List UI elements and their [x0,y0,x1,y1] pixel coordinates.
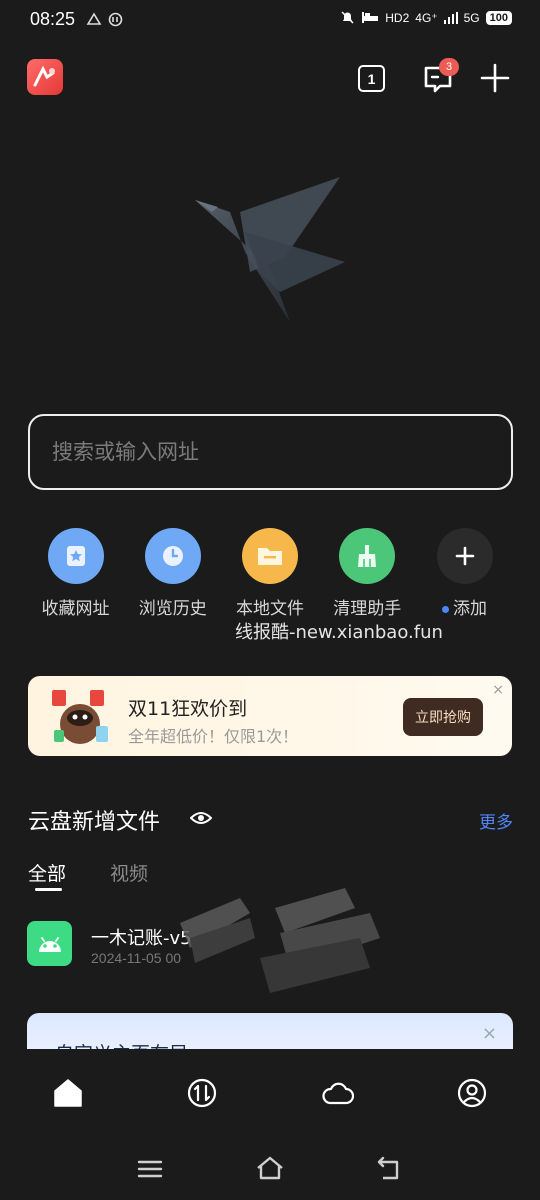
shortcut-label: 清理助手 [333,599,402,619]
cloud-more-link[interactable]: 更多 [479,808,513,833]
files-circle [242,528,298,584]
watermark-text: 线报酷-new.xianbao.fun [235,622,443,643]
tab-video[interactable]: 视频 [110,859,148,886]
custom-card-close-icon[interactable]: × [482,1023,497,1044]
promo-close-icon[interactable]: × [492,682,504,698]
shortcut-label-add: 添加 [442,594,487,619]
promo-buy-button[interactable]: 立即抢购 [403,698,483,736]
system-home-icon[interactable] [255,1154,285,1184]
back-icon[interactable] [375,1154,405,1184]
shortcut-local-files[interactable]: 本地文件 [223,528,318,619]
signal-4g-indicator: 4G⁺ [415,10,438,25]
battery-indicator: 100 [485,10,512,25]
promo-subtitle: 全年超低价！仅限1次！ [128,727,299,746]
cloud-icon[interactable] [322,1077,354,1109]
bird-logo-icon [195,177,345,322]
status-right-icons: HD2 4G⁺ 5G 100 [340,10,512,25]
brand-logo-icon [33,65,55,87]
clock-icon [162,546,183,566]
shortcut-cleaner[interactable]: 清理助手 [320,528,415,619]
custom-card-title: 自定义主页布局 [55,1039,188,1049]
redaction-scribble [180,888,380,993]
shortcut-grid: 收藏网址 浏览历史 本地文件 清理助手 添加 [28,528,512,619]
cloud-file-date: 2024-11-05 00 [91,950,182,966]
transfer-icon[interactable] [186,1077,218,1109]
status-time: 08:25 [30,9,76,29]
home-icon[interactable] [52,1077,84,1109]
plus-icon [455,546,474,566]
promo-title: 双11狂欢价到 [128,698,248,720]
bottom-nav [0,1049,540,1139]
mascot-icon [52,690,108,744]
promo-banner[interactable]: 双11狂欢价到 全年超低价！仅限1次！ 立即抢购 × [28,676,512,756]
tab-all[interactable]: 全部 [28,859,66,886]
search-input[interactable] [52,440,472,464]
custom-home-card[interactable]: 自定义主页布局 × [27,1013,513,1049]
bookmark-star-icon [66,546,85,566]
shortcut-label: 浏览历史 [138,599,207,619]
eye-icon[interactable] [190,808,212,828]
search-box[interactable] [28,414,513,490]
bed-icon [362,12,379,23]
cloud-section-title: 云盘新增文件 [28,810,161,835]
shortcut-bookmarks[interactable]: 收藏网址 [28,528,123,619]
shortcut-label: 本地文件 [236,599,304,619]
shortcut-history[interactable]: 浏览历史 [125,528,220,619]
signal-bars-icon [443,11,458,24]
app-logo[interactable] [27,59,63,95]
tab-count-button[interactable]: 1 [358,65,385,92]
status-left-icons [86,12,123,27]
cloud-file-name[interactable]: 一木记账-v5 [91,924,192,950]
add-circle [436,528,493,584]
broom-icon [358,545,377,567]
cleaner-circle [339,528,396,584]
hd-indicator: HD2 [385,10,410,25]
new-dot [442,605,449,613]
profile-icon[interactable] [456,1077,488,1109]
new-tab-plus-icon[interactable] [480,63,510,93]
mute-bell-icon [341,11,354,24]
history-circle [144,528,201,584]
notification-icon [86,12,102,25]
status-bar: 08:25 HD2 4G⁺ 5G 100 [0,0,540,42]
shortcut-label: 收藏网址 [41,599,110,619]
bookmark-circle [47,528,104,584]
shortcut-add[interactable]: 添加 [417,528,512,619]
signal-5g-indicator: 5G [463,10,480,25]
folder-icon [258,548,282,565]
system-nav-bar [0,1139,540,1200]
tab-active-indicator [35,888,62,891]
add-label-text: 添加 [453,599,487,619]
menu-icon[interactable] [135,1154,165,1184]
message-badge: 3 [439,58,459,76]
android-app-icon [27,921,72,966]
sync-icon [108,12,123,27]
